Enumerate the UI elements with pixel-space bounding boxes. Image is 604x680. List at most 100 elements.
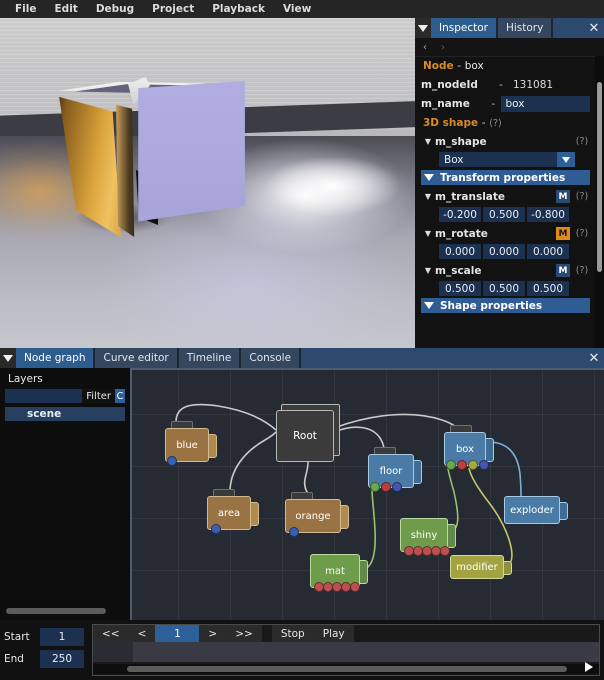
graph-node-port[interactable] <box>392 482 402 492</box>
stop-button[interactable]: Stop <box>271 625 314 642</box>
start-frame-input[interactable]: 1 <box>40 628 84 646</box>
label-m-shape: m_shape <box>435 135 487 148</box>
translate-z-input[interactable]: -0.800 <box>527 207 569 222</box>
play-button[interactable]: Play <box>313 625 354 642</box>
layers-horizontal-scrollbar[interactable] <box>6 608 106 614</box>
menu-item-file[interactable]: File <box>6 0 46 18</box>
node-graph-canvas[interactable]: blue Root area orange floor box exploder shiny m… <box>130 368 604 620</box>
graph-node-modifier[interactable]: modifier <box>450 555 512 579</box>
inspector-scrollbar-thumb[interactable] <box>597 82 602 272</box>
end-frame-input[interactable]: 250 <box>40 650 84 668</box>
timeline-scrollbar-track[interactable] <box>93 664 599 674</box>
graph-node-port[interactable] <box>457 460 467 470</box>
filter-button[interactable]: Filter <box>82 389 115 403</box>
scale-y-input[interactable]: 0.500 <box>483 281 525 296</box>
graph-node-port[interactable] <box>381 482 391 492</box>
graph-node-root[interactable]: Root <box>276 404 340 462</box>
graph-node-exploder[interactable]: exploder <box>504 496 568 524</box>
graph-node-port[interactable] <box>370 482 380 492</box>
graph-node-port[interactable] <box>479 460 489 470</box>
next-frame-button[interactable]: > <box>199 625 227 642</box>
graph-node-port[interactable] <box>211 524 221 534</box>
first-frame-button[interactable]: << <box>93 625 129 642</box>
rotate-x-input[interactable]: 0.000 <box>439 244 481 259</box>
viewport-3d[interactable] <box>0 18 415 348</box>
graph-node-mat[interactable]: mat <box>310 554 368 592</box>
nav-back-icon[interactable]: ‹ <box>423 42 427 53</box>
inspector-scrollbar-track[interactable] <box>595 56 604 348</box>
list-item-scene[interactable]: scene <box>5 407 125 421</box>
panel-grip-icon[interactable] <box>0 348 16 368</box>
chevron-down-icon[interactable] <box>557 152 575 167</box>
tab-curve-editor[interactable]: Curve editor <box>95 348 177 368</box>
nav-forward-icon[interactable]: › <box>441 42 445 53</box>
scale-z-input[interactable]: 0.500 <box>527 281 569 296</box>
graph-node-orange[interactable]: orange <box>285 492 349 537</box>
graph-node-port[interactable] <box>468 460 478 470</box>
chevron-down-icon[interactable]: ▼ <box>421 137 435 146</box>
graph-node-box[interactable]: box <box>444 425 494 470</box>
menu-item-project[interactable]: Project <box>143 0 203 18</box>
rotate-y-input[interactable]: 0.000 <box>483 244 525 259</box>
tab-inspector[interactable]: Inspector <box>431 18 496 38</box>
graph-node-blue[interactable]: blue <box>165 421 217 466</box>
tab-bar-filler <box>553 18 584 38</box>
play-triangle-icon[interactable] <box>581 660 597 674</box>
translate-y-input[interactable]: 0.500 <box>483 207 525 222</box>
end-frame-row: End 250 <box>4 648 88 670</box>
menu-item-playback[interactable]: Playback <box>203 0 274 18</box>
dock-tab-bar: Node graph Curve editor Timeline Console… <box>0 348 604 368</box>
tab-console[interactable]: Console <box>241 348 300 368</box>
name-input[interactable]: box <box>500 95 590 112</box>
help-icon-m-scale[interactable]: (?) <box>574 265 590 276</box>
label-m-rotate: m_rotate <box>435 227 488 240</box>
manipulator-badge-rotate[interactable]: M <box>556 227 570 240</box>
tab-node-graph[interactable]: Node graph <box>16 348 94 368</box>
help-icon-m-translate[interactable]: (?) <box>574 191 590 202</box>
translate-x-input[interactable]: -0.200 <box>439 207 481 222</box>
menu-item-view[interactable]: View <box>274 0 320 18</box>
graph-node-port[interactable] <box>167 456 177 466</box>
graph-node-shiny[interactable]: shiny <box>400 518 456 556</box>
tree-row-mrotate: ▼ m_rotate M (?) <box>421 224 590 243</box>
timeline-track[interactable] <box>93 642 599 662</box>
timeline-scrollbar-thumb[interactable] <box>127 666 567 672</box>
current-frame-field[interactable]: 1 <box>155 625 200 642</box>
property-value-nodeid: 131081 <box>513 78 554 91</box>
graph-node-area[interactable]: area <box>207 489 259 534</box>
panel-grip-icon[interactable] <box>415 18 431 38</box>
menu-item-debug[interactable]: Debug <box>87 0 143 18</box>
group-transform-properties[interactable]: Transform properties <box>421 170 590 185</box>
help-icon-m-shape[interactable]: (?) <box>574 136 590 147</box>
property-dash-name: - <box>491 97 496 110</box>
chevron-down-icon[interactable]: ▼ <box>421 192 435 201</box>
manipulator-badge-scale[interactable]: M <box>556 264 570 277</box>
shape-section-hint[interactable]: (?) <box>489 118 501 129</box>
clear-filter-button[interactable]: C <box>115 389 125 403</box>
rotate-z-input[interactable]: 0.000 <box>527 244 569 259</box>
help-icon-m-rotate[interactable]: (?) <box>574 228 590 239</box>
last-frame-button[interactable]: >> <box>226 625 262 642</box>
label-m-translate: m_translate <box>435 190 506 203</box>
chevron-down-icon[interactable]: ▼ <box>421 229 435 238</box>
graph-node-floor[interactable]: floor <box>368 447 422 492</box>
close-icon[interactable]: ✕ <box>584 348 604 368</box>
close-icon[interactable]: ✕ <box>584 18 604 38</box>
tab-timeline[interactable]: Timeline <box>178 348 240 368</box>
group-shape-properties[interactable]: Shape properties <box>421 298 590 313</box>
inspector-scroll-content: Node - box m_nodeId - 131081 m_name - bo… <box>415 56 596 348</box>
graph-node-port[interactable] <box>350 582 360 592</box>
graph-node-port[interactable] <box>440 546 450 556</box>
shape-section-dash: - <box>481 117 486 129</box>
prev-frame-button[interactable]: < <box>128 625 156 642</box>
filter-input[interactable] <box>5 389 83 403</box>
menu-item-edit[interactable]: Edit <box>46 0 87 18</box>
shape-type-dropdown[interactable]: Box <box>439 152 575 167</box>
layers-title: Layers <box>8 373 43 385</box>
chevron-down-icon[interactable]: ▼ <box>421 266 435 275</box>
scale-x-input[interactable]: 0.500 <box>439 281 481 296</box>
manipulator-badge-translate[interactable]: M <box>556 190 570 203</box>
tab-history[interactable]: History <box>497 18 552 38</box>
graph-node-port[interactable] <box>446 460 456 470</box>
graph-node-port[interactable] <box>289 527 299 537</box>
